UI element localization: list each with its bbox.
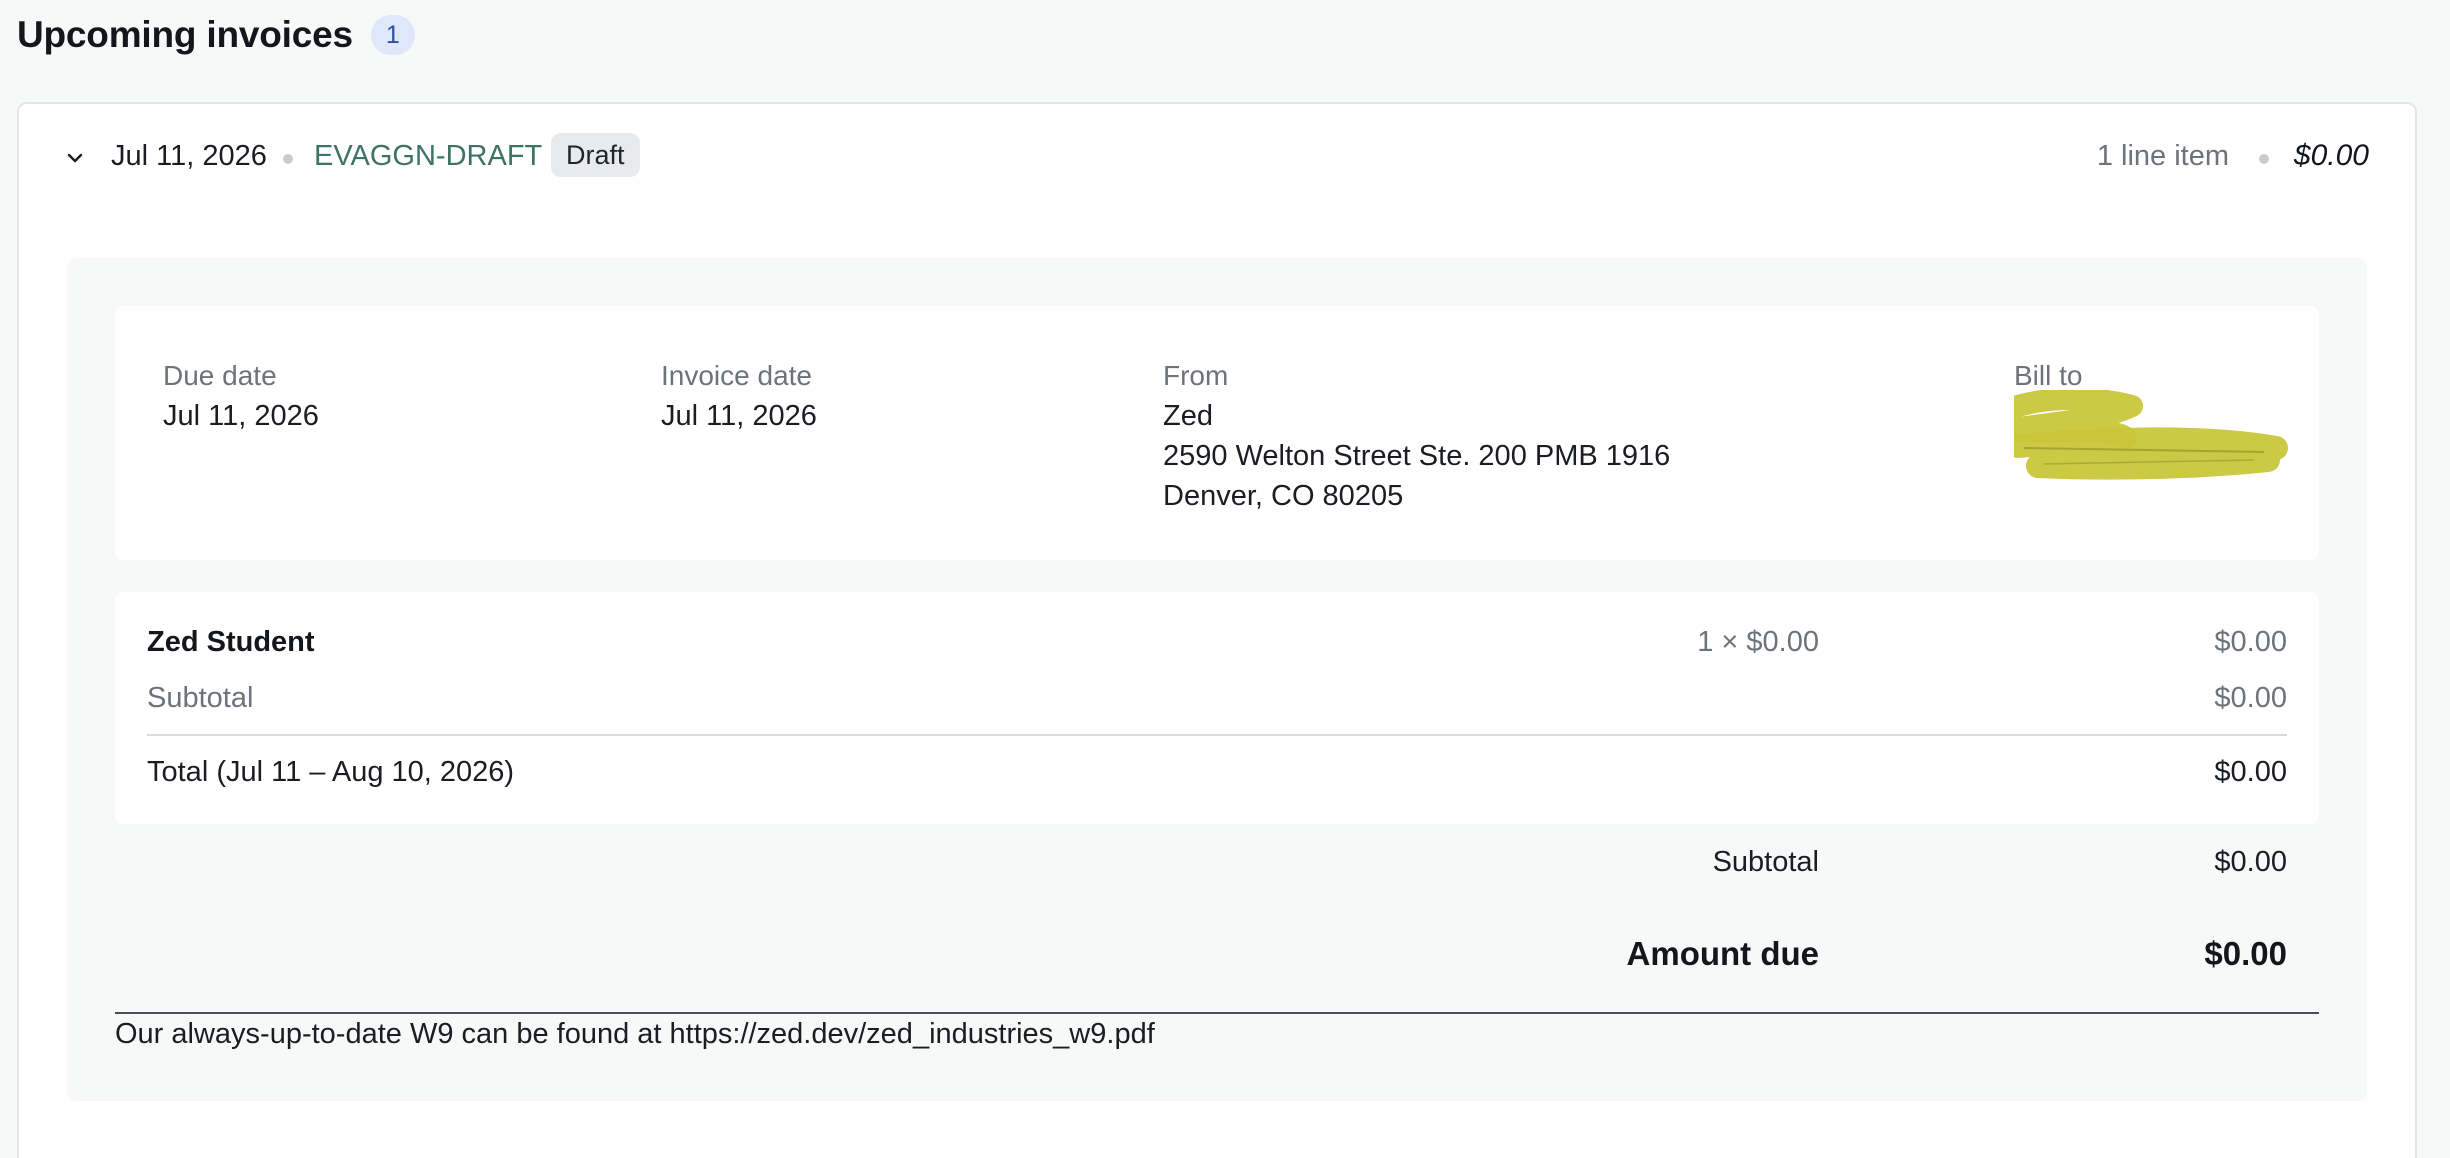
- items-subtotal-label: Subtotal: [147, 682, 254, 714]
- invoice-date: Jul 11, 2026: [111, 140, 267, 172]
- chevron-down-icon[interactable]: [63, 146, 87, 170]
- amount-due-label: Amount due: [1626, 935, 1819, 972]
- items-divider: [147, 734, 2287, 736]
- footer-divider: [115, 1012, 2319, 1014]
- from-address-line-1: 2590 Welton Street Ste. 200 PMB 1916: [1163, 440, 1671, 472]
- from-block: From Zed 2590 Welton Street Ste. 200 PMB…: [1163, 356, 1670, 516]
- invoice-date-label: Invoice date: [661, 360, 812, 391]
- from-address-line-2: Denver, CO 80205: [1163, 480, 1404, 512]
- invoice-preview: Due date Jul 11, 2026 Invoice date Jul 1…: [67, 258, 2367, 1101]
- line-item-qty-price: 1 × $0.00: [1697, 626, 1819, 658]
- invoice-count-badge: 1: [370, 15, 415, 55]
- due-date-block: Due date Jul 11, 2026: [163, 356, 319, 436]
- invoice-number-link[interactable]: EVAGGN-DRAFT: [314, 140, 542, 173]
- from-label: From: [1163, 360, 1229, 391]
- summary-subtotal-value: $0.00: [2214, 846, 2287, 878]
- invoice-date-block: Invoice date Jul 11, 2026: [661, 356, 817, 436]
- line-items-table: Zed Student 1 × $0.00 $0.00 Subtotal $0.…: [115, 592, 2319, 824]
- due-date-value: Jul 11, 2026: [163, 400, 319, 432]
- invoice-card: Jul 11, 2026 EVAGGN-DRAFT Draft 1 line i…: [17, 102, 2417, 1158]
- bill-to-block: Bill to: [2014, 356, 2304, 496]
- line-item-amount: $0.00: [2214, 626, 2287, 658]
- invoice-summary-row[interactable]: Jul 11, 2026 EVAGGN-DRAFT Draft 1 line i…: [19, 104, 2415, 210]
- from-name: Zed: [1163, 400, 1213, 432]
- invoice-date-value: Jul 11, 2026: [661, 400, 817, 432]
- line-item-name: Zed Student: [147, 626, 315, 658]
- amount-due-value: $0.00: [2204, 935, 2287, 972]
- status-badge: Draft: [551, 133, 640, 177]
- section-header: Upcoming invoices 1: [17, 14, 415, 56]
- separator-dot: [283, 154, 293, 164]
- period-total-label: Total (Jul 11 – Aug 10, 2026): [147, 756, 515, 788]
- period-total-value: $0.00: [2214, 756, 2287, 788]
- redaction-scribble: [2014, 390, 2288, 480]
- items-subtotal-value: $0.00: [2214, 682, 2287, 714]
- invoice-total: $0.00: [2293, 139, 2369, 172]
- upcoming-invoices-page: Upcoming invoices 1 Jul 11, 2026 EVAGGN-…: [0, 0, 2450, 1158]
- separator-dot: [2259, 154, 2269, 164]
- footer-note: Our always-up-to-date W9 can be found at…: [115, 1018, 1155, 1050]
- due-date-label: Due date: [163, 360, 277, 391]
- invoice-details: Due date Jul 11, 2026 Invoice date Jul 1…: [115, 306, 2319, 560]
- section-title: Upcoming invoices: [17, 14, 353, 55]
- summary-subtotal-label: Subtotal: [1712, 846, 1819, 878]
- line-item-count: 1 line item: [2096, 140, 2229, 172]
